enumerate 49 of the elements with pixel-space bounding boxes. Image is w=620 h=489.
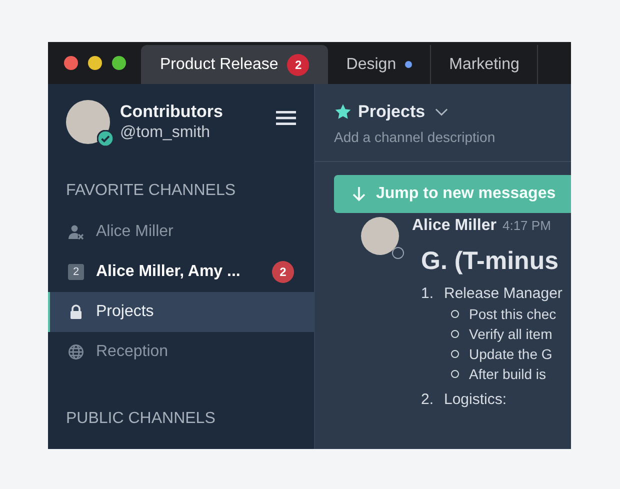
channel-item[interactable]: 2 Alice Miller, Amy ... 2 [48,252,314,292]
username: @tom_smith [120,124,212,142]
list-number: 1. [421,285,435,302]
channel-title: Projects [358,102,426,122]
section-heading: FAVORITE CHANNELS [65,182,237,200]
list-item: Release Manager [444,285,562,302]
author-name: Alice Miller [412,217,496,235]
bullet-icon [451,370,459,378]
bullet-icon [451,350,459,358]
message-heading: G. (T-minus [421,247,560,276]
channel-name: Projects [96,303,155,321]
tab[interactable]: Product Release 2 [141,45,328,84]
channel-item[interactable]: Alice Miller [48,212,314,252]
tab[interactable]: Design [328,45,432,84]
menu-icon[interactable] [276,111,296,125]
channel-name: Alice Miller, Amy ... [96,263,242,281]
team-name: Contributors [120,102,224,122]
person-offline-icon [68,224,84,240]
arrow-down-icon [352,186,366,202]
chevron-down-icon[interactable] [435,108,448,116]
tab[interactable]: Marketing [431,45,538,84]
globe-icon [68,344,84,360]
tab-label: Marketing [449,56,520,74]
channel-item[interactable]: Projects [48,292,314,332]
list-item: Post this chec [469,306,556,322]
unread-count-badge: 2 [287,54,310,76]
tab-label: Design [346,56,396,74]
message-time: 4:17 PM [502,218,551,233]
lock-icon [68,304,84,320]
list-item: Logistics: [444,391,507,408]
channel-item[interactable]: Reception [48,332,314,372]
channel-description[interactable]: Add a channel description [334,129,553,145]
channel-name: Reception [96,343,170,361]
close-button[interactable] [64,56,78,70]
channel-name: Alice Miller [96,223,174,241]
star-icon[interactable] [334,103,352,121]
unread-count-badge: 2 [272,261,294,283]
list-item: After build is [469,366,546,382]
unread-dot [405,61,412,68]
minimize-button[interactable] [88,56,102,70]
section-heading: PUBLIC CHANNELS [65,410,216,428]
list-item: Update the G [469,346,552,362]
bullet-icon [451,310,459,318]
member-count: 2 [68,264,84,280]
list-item: Verify all item [469,326,552,342]
tab-label: Product Release [160,56,278,74]
bullet-icon [451,330,459,338]
list-number: 2. [421,391,435,408]
maximize-button[interactable] [112,56,126,70]
